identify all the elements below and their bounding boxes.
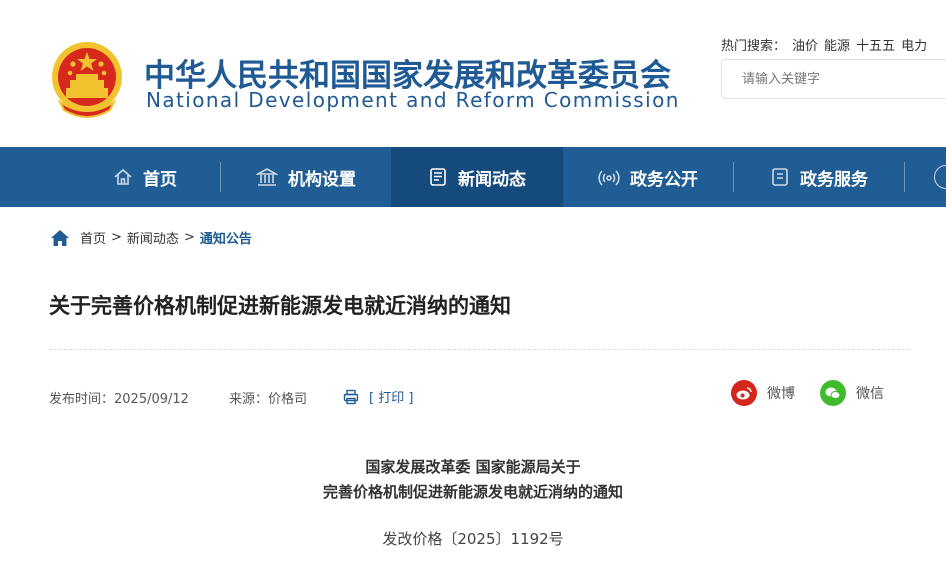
hot-keyword-link[interactable]: 十五五 [856,39,895,54]
national-emblem-logo[interactable] [50,40,124,120]
nav-item-label: 机构设置 [288,169,356,190]
main-nav: 首页 机构设置 新闻动态 政务公开 政务服务 [0,147,946,207]
document-title: 完善价格机制促进新能源发电就近消纳的通知 [322,483,623,501]
nav-item-label: 政务公开 [630,169,698,190]
document-issuer: 国家发展改革委 国家能源局关于 [365,458,581,476]
hot-search-label: 热门搜索： [721,39,787,54]
hot-keyword-link[interactable]: 电力 [901,39,927,54]
share-wechat-label: 微信 [856,386,884,402]
wechat-icon [820,380,846,406]
print-label: [ 打印 ] [369,391,414,406]
site-header: 中华人民共和国国家发展和改革委员会 National Development a… [0,0,946,147]
institution-icon [256,168,278,186]
news-icon [430,168,446,186]
nav-item-label: 首页 [143,169,177,190]
more-nav-icon[interactable] [934,165,946,189]
publish-time: 发布时间：2025/09/12 [49,392,189,407]
nav-item-label: 政务服务 [800,169,868,190]
service-icon [772,168,788,186]
breadcrumb: 首页 > 新闻动态 > 通知公告 [50,228,252,247]
nav-item-government-affairs[interactable]: 政务公开 [563,147,733,207]
document-number: 发改价格〔2025〕1192号 [382,530,564,548]
breadcrumb-separator: > [111,230,122,245]
hot-search: 热门搜索： 油价 能源 十五五 电力 [721,35,927,54]
printer-icon [343,389,359,404]
print-button[interactable]: [ 打印 ] [343,387,413,406]
share-weibo-button[interactable]: 微博 [731,380,795,406]
share-weibo-label: 微博 [767,386,795,402]
home-icon[interactable] [50,229,70,247]
article-source: 来源：价格司 [229,392,308,407]
hot-keyword-link[interactable]: 油价 [792,39,818,54]
breadcrumb-current[interactable]: 通知公告 [200,228,252,247]
site-title-english: National Development and Reform Commissi… [146,88,680,112]
share-wechat-button[interactable]: 微信 [820,380,884,406]
search-input[interactable] [722,60,942,98]
breadcrumb-separator: > [183,230,195,245]
home-icon [114,168,132,185]
weibo-icon [731,380,757,406]
broadcast-icon [598,170,620,186]
search-box [721,59,946,99]
nav-item-institution[interactable]: 机构设置 [221,147,391,207]
article-title: 关于完善价格机制促进新能源发电就近消纳的通知 [49,294,511,318]
title-divider [49,349,910,350]
nav-item-label: 新闻动态 [458,169,526,190]
breadcrumb-home-link[interactable]: 首页 [80,228,106,247]
nav-divider [904,162,905,192]
nav-item-news[interactable]: 新闻动态 [391,147,563,207]
breadcrumb-news-link[interactable]: 新闻动态 [127,228,179,247]
nav-item-home[interactable]: 首页 [70,147,220,207]
hot-keyword-link[interactable]: 能源 [824,39,850,54]
nav-item-government-services[interactable]: 政务服务 [734,147,904,207]
